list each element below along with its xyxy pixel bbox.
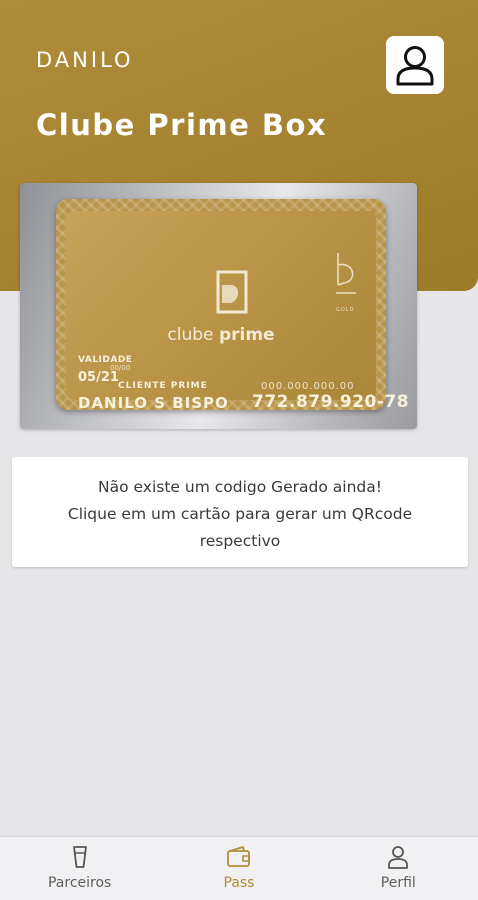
tab-label: Parceiros [47, 875, 112, 891]
tab-label: Perfil [380, 875, 416, 891]
qrcode-message-box: Não existe um codigo Gerado ainda! Cliqu… [12, 457, 468, 567]
b-monogram-icon [336, 253, 356, 294]
message-line: Clique em um cartão para gerar um QRcode [67, 505, 413, 523]
glass-icon [72, 846, 87, 868]
person-icon [388, 846, 409, 869]
wallet-icon [227, 846, 250, 867]
card-brand-regular: clube [167, 325, 214, 345]
tab-perfil[interactable]: Perfil [319, 837, 478, 900]
validity-date: 05/21 [78, 370, 119, 385]
card-number-mask: 000.000.000.00 [261, 381, 355, 392]
app-title: Clube Prime Box [36, 108, 328, 142]
client-label: CLIENTE PRIME [118, 381, 208, 391]
clube-prime-logo-icon [216, 270, 248, 314]
user-name: DANILO [36, 48, 134, 72]
card-holder-name: DANILO S BISPO [78, 394, 229, 412]
card-tier: GOLD [336, 307, 355, 313]
membership-card[interactable]: clube prime GOLD VALIDADE 00/00 05/21 CL… [56, 199, 409, 412]
tab-label: Pass [223, 875, 255, 891]
card-brand-bold: prime [218, 325, 275, 345]
bottom-tab-bar: Parceiros Pass Perfil [0, 836, 478, 900]
message-line: respectivo [199, 532, 281, 550]
tab-parceiros[interactable]: Parceiros [0, 837, 159, 900]
card-face: clube prime GOLD VALIDADE 00/00 05/21 CL… [66, 211, 409, 412]
user-outline-icon [396, 46, 434, 86]
card-number: 772.879.920-78 [252, 392, 410, 412]
profile-button[interactable] [386, 36, 444, 94]
membership-card-frame[interactable]: clube prime GOLD VALIDADE 00/00 05/21 CL… [20, 183, 417, 429]
message-line: Não existe um codigo Gerado ainda! [98, 478, 382, 496]
tab-pass[interactable]: Pass [159, 837, 318, 900]
card-brand: clube prime [66, 325, 376, 345]
